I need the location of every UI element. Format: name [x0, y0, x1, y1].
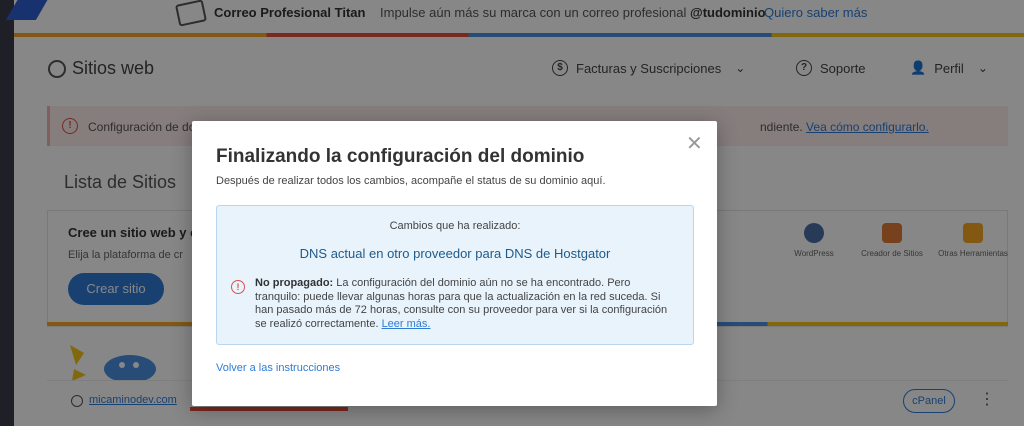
warning-icon: ! — [231, 280, 245, 294]
back-to-instructions-link[interactable]: Volver a las instrucciones — [216, 362, 340, 374]
read-more-link[interactable]: Leer más. — [382, 318, 431, 330]
close-icon[interactable]: ✕ — [686, 131, 703, 156]
propagation-warning: No propagado: La configuración del domin… — [255, 277, 675, 331]
domain-config-modal: ✕ Finalizando la configuración del domin… — [192, 121, 717, 406]
modal-subtitle: Después de realizar todos los cambios, a… — [216, 175, 606, 187]
modal-title: Finalizando la configuración del dominio — [216, 146, 585, 167]
change-description: DNS actual en otro proveedor para DNS de… — [299, 246, 611, 261]
dns-status-box: Cambios que ha realizado: DNS actual en … — [216, 205, 694, 345]
warning-title: No propagado: — [255, 277, 334, 289]
changes-label: Cambios que ha realizado: — [389, 220, 521, 232]
